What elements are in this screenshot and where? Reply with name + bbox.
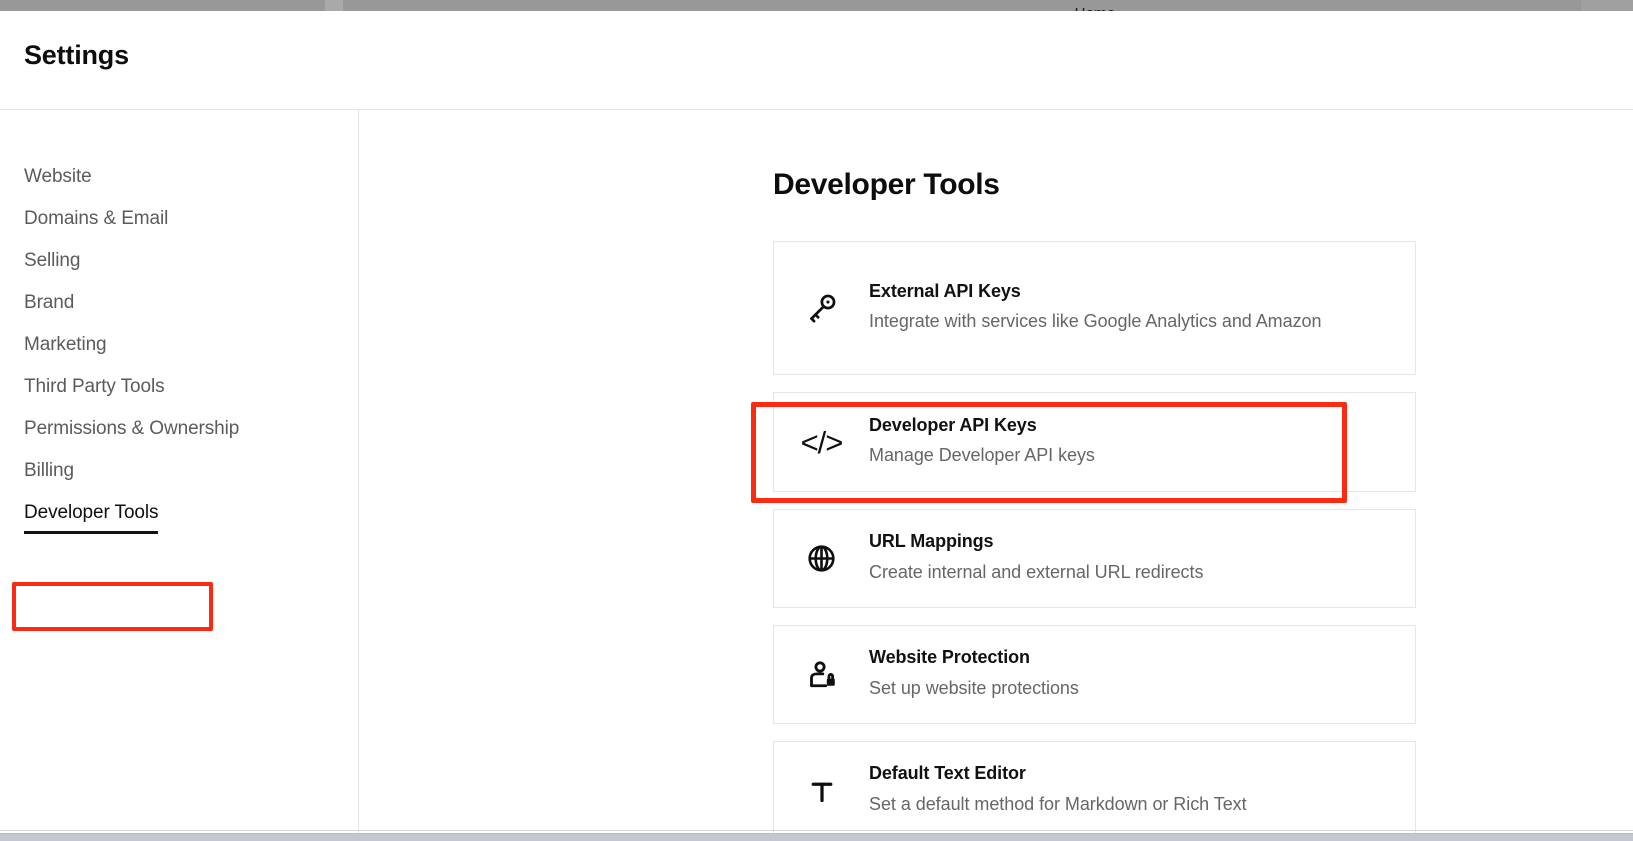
card-text-block: Default Text Editor Set a default method… bbox=[869, 761, 1275, 819]
card-title: External API Keys bbox=[869, 280, 1021, 301]
card-text-block: External API Keys Integrate with service… bbox=[869, 279, 1349, 337]
page-bottom-divider bbox=[0, 830, 1633, 831]
page-title: Settings bbox=[24, 40, 129, 70]
sidebar-item-label: Third Party Tools bbox=[24, 375, 165, 397]
card-description: Set up website protections bbox=[869, 677, 1079, 698]
browser-chrome-right-slot[interactable] bbox=[1581, 0, 1633, 11]
annotation-highlight-sidebar-developer-tools bbox=[12, 582, 213, 631]
sidebar-item-label: Marketing bbox=[24, 333, 107, 355]
sidebar-nav-list: Website Domains & Email Selling Brand Ma… bbox=[0, 155, 359, 534]
browser-chrome-bar: Home bbox=[0, 0, 1633, 11]
sidebar-item-label: Selling bbox=[24, 249, 81, 271]
sidebar-item-label: Brand bbox=[24, 291, 75, 313]
app-screen: Home Settings Website Domains & Email Se… bbox=[0, 0, 1633, 841]
sidebar-item-permissions-ownership[interactable]: Permissions & Ownership bbox=[0, 407, 359, 449]
code-brackets-icon: </> bbox=[800, 424, 844, 460]
person-lock-icon bbox=[774, 658, 869, 692]
card-url-mappings[interactable]: URL Mappings Create internal and externa… bbox=[773, 509, 1416, 608]
sidebar-item-label: Developer Tools bbox=[24, 501, 159, 534]
key-icon bbox=[774, 291, 869, 325]
sidebar-item-label: Billing bbox=[24, 459, 74, 481]
page-body: Website Domains & Email Selling Brand Ma… bbox=[0, 110, 1633, 833]
card-external-api-keys[interactable]: External API Keys Integrate with service… bbox=[773, 241, 1416, 375]
card-website-protection[interactable]: Website Protection Set up website protec… bbox=[773, 625, 1416, 724]
card-text-block: Website Protection Set up website protec… bbox=[869, 645, 1107, 703]
sidebar-item-selling[interactable]: Selling bbox=[0, 239, 359, 281]
sidebar-item-billing[interactable]: Billing bbox=[0, 449, 359, 491]
sidebar-item-brand[interactable]: Brand bbox=[0, 281, 359, 323]
sidebar-item-marketing[interactable]: Marketing bbox=[0, 323, 359, 365]
page-bottom-strip bbox=[0, 833, 1633, 841]
sidebar-item-label: Website bbox=[24, 165, 92, 187]
main-heading: Developer Tools bbox=[773, 168, 1000, 201]
settings-main-panel: Developer Tools External API Keys Integr… bbox=[360, 110, 1633, 833]
card-title: Developer API Keys bbox=[869, 414, 1037, 435]
card-developer-api-keys[interactable]: </> Developer API Keys Manage Developer … bbox=[773, 392, 1416, 492]
browser-tab-slot[interactable] bbox=[325, 0, 343, 11]
sidebar-item-label: Permissions & Ownership bbox=[24, 417, 240, 439]
sidebar-item-website[interactable]: Website bbox=[0, 155, 359, 197]
card-description: Create internal and external URL redirec… bbox=[869, 561, 1204, 582]
sidebar-item-third-party-tools[interactable]: Third Party Tools bbox=[0, 365, 359, 407]
settings-sidebar: Website Domains & Email Selling Brand Ma… bbox=[0, 110, 359, 833]
card-description: Manage Developer API keys bbox=[869, 445, 1095, 466]
card-default-text-editor[interactable]: Default Text Editor Set a default method… bbox=[773, 741, 1416, 833]
sidebar-item-developer-tools[interactable]: Developer Tools bbox=[0, 491, 359, 534]
globe-icon bbox=[774, 542, 869, 575]
sidebar-item-label: Domains & Email bbox=[24, 207, 169, 229]
card-title: Default Text Editor bbox=[869, 763, 1026, 784]
sidebar-item-domains-email[interactable]: Domains & Email bbox=[0, 197, 359, 239]
developer-tools-card-list: External API Keys Integrate with service… bbox=[773, 241, 1416, 833]
main-content-column: Developer Tools External API Keys Integr… bbox=[773, 110, 1416, 833]
card-text-block: Developer API Keys Manage Developer API … bbox=[869, 413, 1123, 471]
text-editor-icon bbox=[774, 776, 869, 806]
card-description: Integrate with services like Google Anal… bbox=[869, 311, 1322, 332]
card-title: Website Protection bbox=[869, 647, 1030, 668]
page-header: Settings bbox=[0, 11, 1633, 110]
card-title: URL Mappings bbox=[869, 531, 994, 552]
card-description: Set a default method for Markdown or Ric… bbox=[869, 793, 1247, 814]
card-text-block: URL Mappings Create internal and externa… bbox=[869, 529, 1231, 587]
